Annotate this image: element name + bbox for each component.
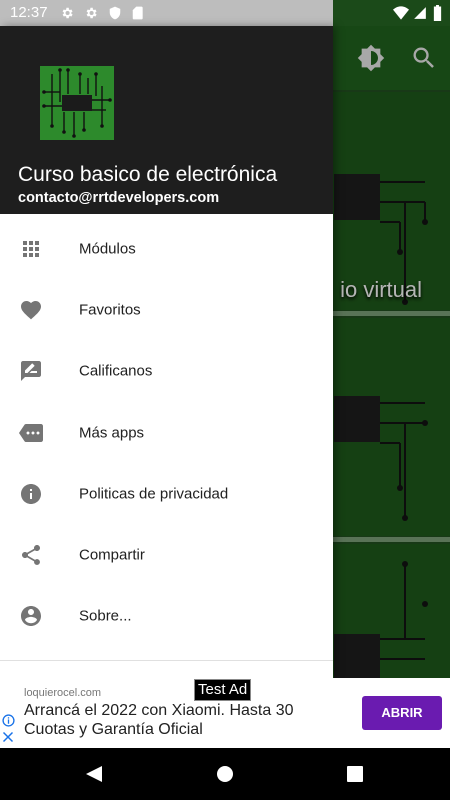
share-icon [22,545,40,566]
menu-item-label: Politicas de privacidad [79,485,229,503]
menu-item-modulos[interactable]: Módulos [0,218,333,279]
drawer-title: Curso basico de electrónica [18,163,278,186]
circuit-chip-icon [42,68,112,138]
drawer-divider [0,660,333,661]
menu-item-politicas[interactable]: Politicas de privacidad [0,463,333,524]
app-logo [40,66,114,140]
home-icon[interactable] [215,764,235,784]
navigation-drawer: Curso basico de electrónica contacto@rrt… [0,26,333,678]
ad-domain: loquierocel.com [24,687,102,699]
ad-headline[interactable]: Arrancá el 2022 con Xiaomi. Hasta 30 Cuo… [24,701,334,739]
drawer-menu: Módulos Favoritos Calificanos Más apps P… [0,218,333,647]
gear-icon [62,7,73,19]
menu-item-label: Módulos [79,240,136,258]
test-ad-badge: Test Ad [194,679,252,701]
menu-item-label: Favoritos [79,301,141,319]
back-icon[interactable] [84,764,104,784]
menu-item-label: Compartir [79,546,145,564]
menu-item-sobre[interactable]: Sobre... [0,586,333,647]
menu-item-label: Calificanos [79,362,153,380]
grid-icon [23,240,39,257]
menu-item-favoritos[interactable]: Favoritos [0,279,333,340]
heart-icon [21,300,41,320]
menu-item-label: Sobre... [79,607,132,625]
menu-item-calificanos[interactable]: Calificanos [0,341,333,402]
ad-info-icon[interactable] [2,714,15,727]
drawer-email: contacto@rrtdevelopers.com [18,190,220,206]
status-bar-right [333,0,450,26]
ad-cta-button[interactable]: ABRIR [362,696,442,730]
status-time: 12:37 [10,4,48,21]
status-bar: 12:37 [0,0,450,26]
menu-item-mas-apps[interactable]: Más apps [0,402,333,463]
system-nav-bar [0,748,450,800]
gear-icon [86,7,97,19]
status-bar-left: 12:37 [0,0,333,26]
signal-icon [414,7,426,19]
account-circle-icon [21,606,41,627]
more-apps-tag-icon [19,423,43,442]
info-icon [21,483,41,504]
ad-close-icon[interactable] [2,731,14,743]
wifi-icon [393,6,409,20]
rate-review-icon [21,361,41,382]
sd-card-icon [132,6,143,20]
menu-item-compartir[interactable]: Compartir [0,524,333,585]
battery-icon [433,5,442,21]
recents-icon[interactable] [345,764,365,784]
shield-icon [109,6,121,20]
ad-banner[interactable]: loquierocel.com Test Ad Arrancá el 2022 … [0,678,450,748]
drawer-header: Curso basico de electrónica contacto@rrt… [0,26,333,214]
menu-item-label: Más apps [79,424,145,442]
